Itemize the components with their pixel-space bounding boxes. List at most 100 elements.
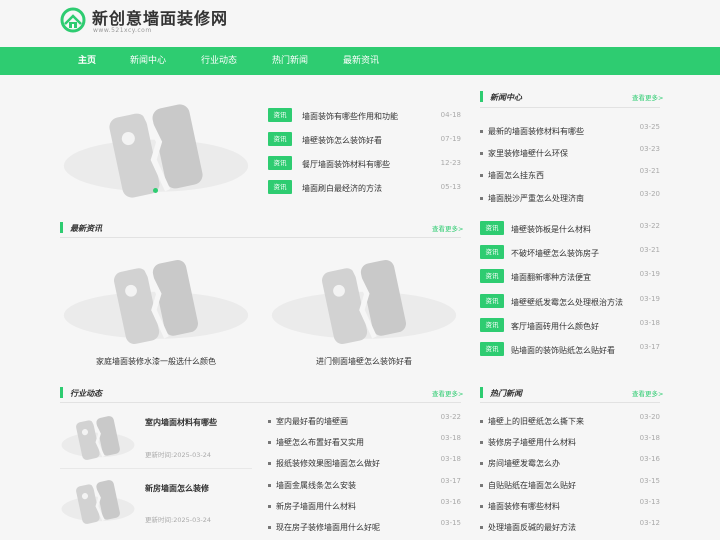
news-tagged-date: 03-19 <box>639 270 660 279</box>
list-bullet <box>480 483 483 487</box>
industry-list-date: 03-18 <box>440 434 461 443</box>
list-bullet <box>268 462 271 466</box>
industry-thumb[interactable] <box>60 478 136 526</box>
nav-item-latest[interactable]: 最新资讯 <box>343 47 379 75</box>
tag-badge: 资讯 <box>268 108 292 122</box>
divider <box>60 468 252 469</box>
list-bullet <box>480 152 483 156</box>
featured-title[interactable]: 墙壁装饰怎么装饰好看 <box>302 135 382 146</box>
news-list-title[interactable]: 最新的墙面装修材料有哪些 <box>488 126 584 137</box>
news-list-title[interactable]: 墙面怎么挂东西 <box>488 170 544 181</box>
list-bullet <box>480 196 483 200</box>
hot-list-title[interactable]: 装修房子墙壁用什么材料 <box>488 437 576 448</box>
industry-list-date: 03-22 <box>440 413 461 421</box>
industry-list-title[interactable]: 墙面金属线条怎么安装 <box>276 480 356 491</box>
list-bullet <box>480 504 483 508</box>
industry-card-time: 更新时间:2025-03-24 <box>145 451 211 459</box>
list-bullet <box>268 441 271 445</box>
tag-badge: 资讯 <box>480 245 504 260</box>
hot-list-date: 03-12 <box>639 519 660 527</box>
industry-list-date: 03-17 <box>440 476 461 485</box>
news-tagged-title[interactable]: 墙面翻新哪种方法便宜 <box>511 272 591 283</box>
divider <box>480 107 660 108</box>
list-bullet <box>480 462 483 466</box>
slider-image[interactable] <box>60 100 252 202</box>
featured-date: 07-19 <box>440 135 461 143</box>
section-title-industry: 行业动态 <box>70 389 102 398</box>
featured-title[interactable]: 餐厅墙面装饰材料有哪些 <box>302 159 390 170</box>
more-link-news-center[interactable]: 查看更多> <box>632 92 663 102</box>
site-name[interactable]: 新创意墙面装修网 <box>92 5 228 29</box>
nav-item-home[interactable]: 主页 <box>78 47 96 75</box>
hot-list-title[interactable]: 房间墙壁发霉怎么办 <box>488 458 560 469</box>
news-tagged-title[interactable]: 墙壁装饰板是什么材料 <box>511 224 591 235</box>
list-bullet <box>480 420 483 423</box>
house-leaf-icon[interactable] <box>60 7 86 33</box>
more-link-hot-news[interactable]: 查看更多> <box>632 388 663 398</box>
list-bullet <box>480 130 483 133</box>
industry-list-title[interactable]: 墙壁怎么布置好看又实用 <box>276 437 364 448</box>
more-link-industry[interactable]: 查看更多> <box>432 388 463 398</box>
list-bullet <box>480 441 483 445</box>
news-list-date: 03-21 <box>639 167 660 176</box>
hot-list-date: 03-16 <box>639 455 660 464</box>
industry-card-title[interactable]: 室内墙面材料有哪些 <box>145 417 217 428</box>
latest-image[interactable] <box>268 256 460 348</box>
latest-caption[interactable]: 家庭墙面装修水漆一般选什么颜色 <box>60 356 252 367</box>
nav-item-industry[interactable]: 行业动态 <box>201 47 237 75</box>
news-tagged-title[interactable]: 墙壁壁纸发霉怎么处理根治方法 <box>511 297 623 308</box>
tag-badge: 资讯 <box>268 156 292 170</box>
news-list-title[interactable]: 家里装修墙壁什么环保 <box>488 148 568 159</box>
tag-badge: 资讯 <box>480 317 504 332</box>
industry-list-title[interactable]: 新房子墙面用什么材料 <box>276 501 356 512</box>
section-marker <box>60 222 63 233</box>
section-marker <box>480 387 483 398</box>
more-link-latest[interactable]: 查看更多> <box>432 223 463 233</box>
section-marker <box>480 91 483 102</box>
nav-item-hot-news[interactable]: 热门新闻 <box>272 47 308 75</box>
tag-badge: 资讯 <box>480 221 504 235</box>
hot-list-title[interactable]: 墙面装修有哪些材料 <box>488 501 560 512</box>
industry-list-date: 03-18 <box>440 455 461 464</box>
latest-caption[interactable]: 进门侧面墙壁怎么装饰好看 <box>268 356 460 367</box>
tag-badge: 资讯 <box>480 342 504 356</box>
hot-list-date: 03-15 <box>639 476 660 485</box>
nav-item-news-center[interactable]: 新闻中心 <box>130 47 166 75</box>
section-title-latest: 最新资讯 <box>70 224 102 233</box>
featured-title[interactable]: 墙面刷白最经济的方法 <box>302 183 382 194</box>
featured-date: 05-13 <box>440 183 461 191</box>
industry-list-date: 03-15 <box>440 519 461 527</box>
hot-list-date: 03-13 <box>639 497 660 506</box>
list-bullet <box>268 526 271 529</box>
featured-date: 04-18 <box>440 111 461 119</box>
industry-thumb[interactable] <box>60 414 136 462</box>
list-bullet <box>268 483 271 487</box>
tag-badge: 资讯 <box>480 269 504 284</box>
tag-badge: 资讯 <box>480 293 504 308</box>
news-list-date: 03-23 <box>639 145 660 154</box>
divider <box>480 402 660 403</box>
divider <box>60 237 461 238</box>
news-tagged-title[interactable]: 客厅墙面砖用什么颜色好 <box>511 321 599 332</box>
industry-list-title[interactable]: 现在房子装修墙面用什么好呢 <box>276 522 380 533</box>
featured-title[interactable]: 墙面装饰有哪些作用和功能 <box>302 111 398 122</box>
news-tagged-title[interactable]: 贴墙面的装饰贴纸怎么贴好看 <box>511 345 615 356</box>
industry-card-time: 更新时间:2025-03-24 <box>145 516 211 524</box>
industry-list-title[interactable]: 室内最好看的墙壁画 <box>276 416 348 427</box>
slider-dot[interactable] <box>153 188 158 193</box>
hot-list-title[interactable]: 自贴贴纸在墙面怎么贴好 <box>488 480 576 491</box>
section-title-news-center: 新闻中心 <box>490 93 522 102</box>
list-bullet <box>268 504 271 508</box>
news-list-title[interactable]: 墙面脱沙严重怎么处理济南 <box>488 193 584 204</box>
hot-list-date: 03-18 <box>639 434 660 443</box>
tag-badge: 资讯 <box>268 132 292 146</box>
latest-image[interactable] <box>60 256 252 348</box>
news-tagged-date: 03-22 <box>639 222 660 230</box>
industry-card-title[interactable]: 新房墙面怎么装修 <box>145 483 209 494</box>
industry-list-title[interactable]: 报纸装修效果图墙面怎么做好 <box>276 458 380 469</box>
list-bullet <box>480 526 483 529</box>
news-tagged-title[interactable]: 不破坏墙壁怎么装饰房子 <box>511 248 599 259</box>
hot-list-title[interactable]: 墙壁上的旧壁纸怎么撕下来 <box>488 416 584 427</box>
hot-list-title[interactable]: 处理墙面反碱的最好方法 <box>488 522 576 533</box>
industry-list-date: 03-16 <box>440 497 461 506</box>
